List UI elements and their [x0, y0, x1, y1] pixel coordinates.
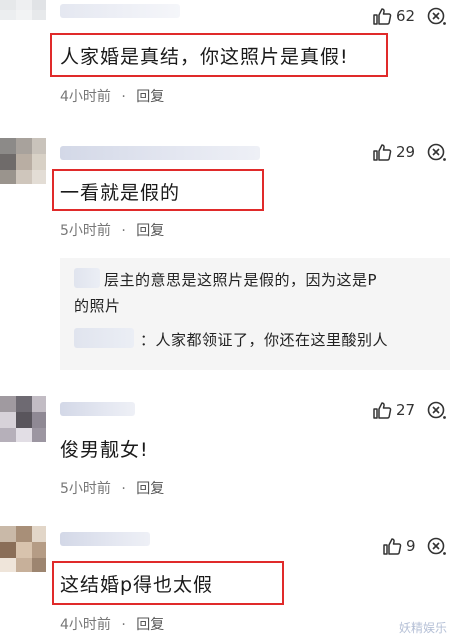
comment-meta: 4小时前 · 回复 [60, 614, 164, 634]
comment-4: 9 这结婚p得也太假 4小时前 · 回复 [0, 520, 453, 640]
reply-text-line-2: 的照片 [74, 297, 121, 315]
comment-text: 俊男靓女! [60, 439, 149, 461]
thumbs-up-icon [383, 538, 402, 555]
username-blurred[interactable] [60, 402, 135, 416]
close-circle-icon[interactable] [427, 400, 447, 420]
timestamp: 4小时前 [60, 617, 111, 633]
avatar[interactable] [0, 396, 46, 442]
username-blurred[interactable] [60, 146, 260, 160]
avatar[interactable] [0, 138, 46, 184]
like-button[interactable]: 29 [372, 142, 415, 162]
like-count: 29 [396, 143, 416, 161]
close-circle-icon[interactable] [427, 6, 447, 26]
reply-button[interactable]: 回复 [136, 614, 164, 634]
thumbs-up-icon [373, 144, 392, 161]
close-circle-icon[interactable] [427, 536, 447, 556]
reply-button[interactable]: 回复 [136, 220, 164, 240]
thumbs-up-icon [373, 402, 392, 419]
close-circle-icon[interactable] [427, 142, 447, 162]
timestamp: 5小时前 [60, 223, 111, 239]
timestamp: 5小时前 [60, 481, 111, 497]
thumbs-up-icon [373, 8, 392, 25]
watermark: 妖精娱乐 [398, 621, 447, 635]
like-count: 62 [396, 7, 416, 25]
comment-text: 一看就是假的 [60, 182, 181, 204]
avatar[interactable] [0, 526, 46, 572]
comment-1: 62 人家婚是真结，你这照片是真假! 4小时前 · 回复 [0, 0, 453, 110]
comment-text: 这结婚p得也太假 [60, 574, 214, 596]
timestamp: 4小时前 [60, 89, 111, 105]
reply-button[interactable]: 回复 [136, 86, 164, 106]
like-count: 27 [396, 401, 416, 419]
username-blurred[interactable] [60, 532, 150, 546]
separator: · [121, 617, 126, 633]
like-button[interactable]: 9 [382, 536, 416, 556]
comment-meta: 5小时前 · 回复 [60, 478, 164, 498]
reply-author-blurred[interactable] [74, 328, 134, 348]
like-count: 9 [406, 537, 416, 555]
separator: · [121, 223, 126, 239]
comment-meta: 4小时前 · 回复 [60, 86, 164, 106]
comment-meta: 5小时前 · 回复 [60, 220, 164, 240]
like-button[interactable]: 62 [372, 6, 415, 26]
username-blurred[interactable] [60, 4, 180, 18]
separator: · [121, 481, 126, 497]
separator: · [121, 89, 126, 105]
avatar[interactable] [0, 0, 46, 20]
reply-text-line-1: 层主的意思是这照片是假的，因为这是P [104, 271, 378, 289]
comment-text: 人家婚是真结，你这照片是真假! [60, 46, 349, 68]
reply-text: ：人家都领证了，你还在这里酸别人 [140, 331, 389, 349]
reply-button[interactable]: 回复 [136, 478, 164, 498]
reply-author-blurred[interactable] [74, 268, 100, 288]
reply-thread[interactable]: 层主的意思是这照片是假的，因为这是P 的照片 ：人家都领证了，你还在这里酸别人 [60, 258, 450, 370]
like-button[interactable]: 27 [372, 400, 415, 420]
comment-3: 27 俊男靓女! 5小时前 · 回复 [0, 390, 453, 510]
